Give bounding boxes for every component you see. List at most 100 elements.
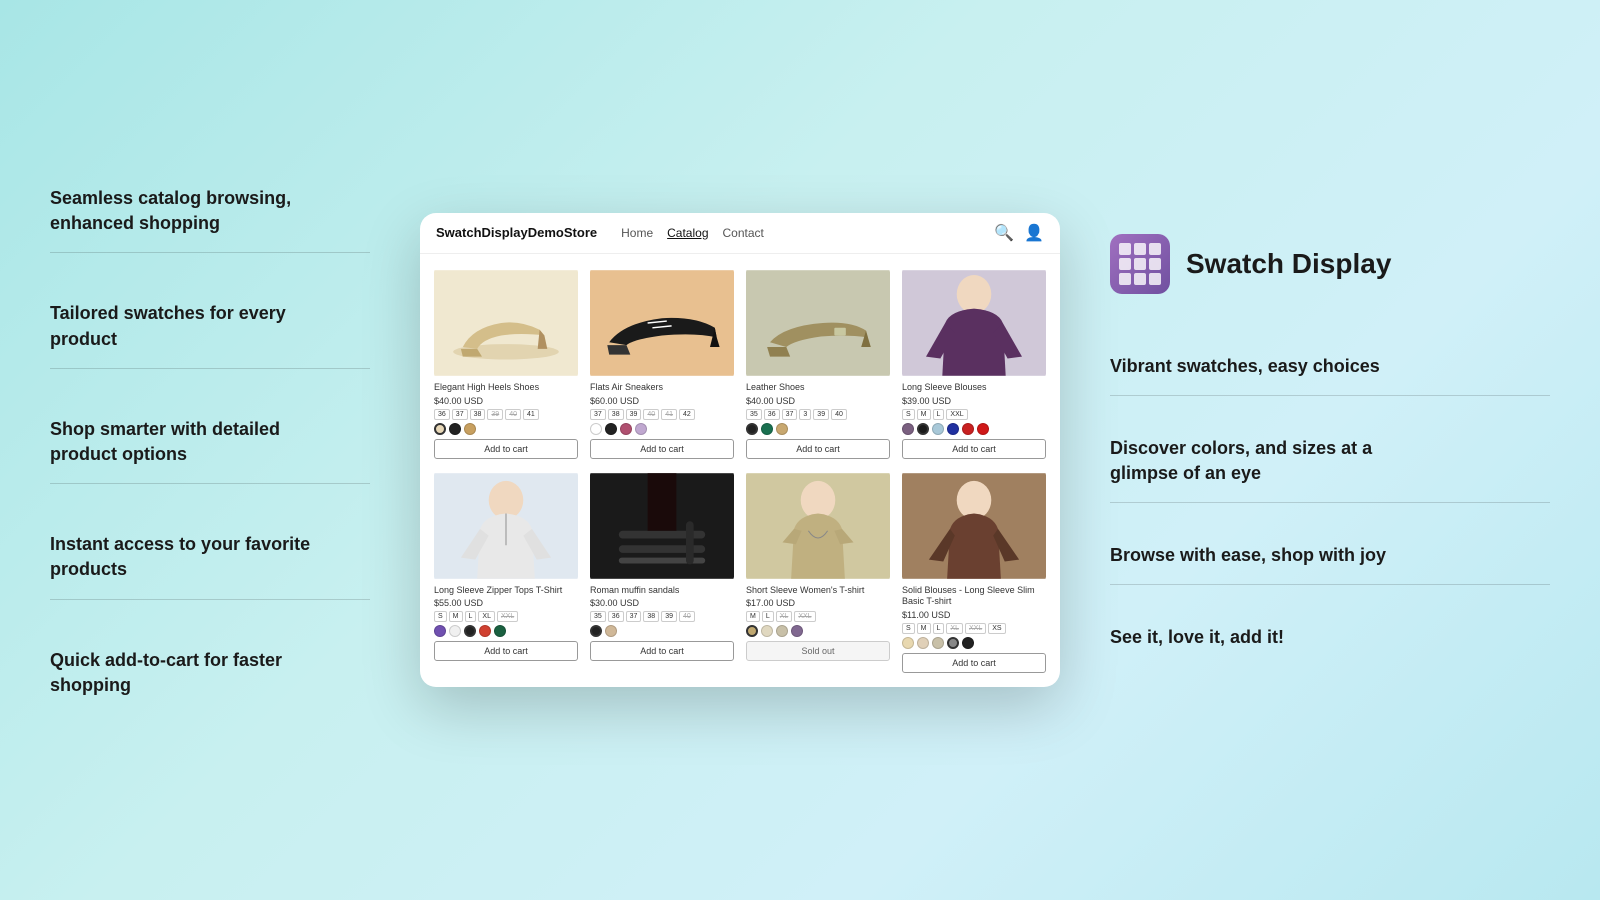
- swatch5-black[interactable]: [464, 625, 476, 637]
- size2-41[interactable]: 41: [661, 409, 677, 420]
- swatch5-green[interactable]: [494, 625, 506, 637]
- right-feature-browse: Browse with ease, shop with joy: [1110, 543, 1550, 585]
- swatch8-cream[interactable]: [902, 637, 914, 649]
- swatch6-beige[interactable]: [605, 625, 617, 637]
- swatch5-red[interactable]: [479, 625, 491, 637]
- size2-38[interactable]: 38: [608, 409, 624, 420]
- size-38[interactable]: 38: [470, 409, 486, 420]
- size-row-2: 37 38 39 40 41 42: [590, 409, 734, 420]
- swatch7-sand[interactable]: [776, 625, 788, 637]
- product-card-1: Elegant High Heels Shoes $40.00 USD 36 3…: [428, 262, 584, 465]
- size7-l[interactable]: L: [762, 611, 774, 622]
- swatch4-red[interactable]: [962, 423, 974, 435]
- product-title-3: Leather Shoes: [746, 382, 890, 394]
- size-41[interactable]: 41: [523, 409, 539, 420]
- swatch7-khaki[interactable]: [746, 625, 758, 637]
- swatch8-grey[interactable]: [947, 637, 959, 649]
- product-title-7: Short Sleeve Women's T-shirt: [746, 585, 890, 597]
- add-to-cart-btn-5[interactable]: Add to cart: [434, 641, 578, 661]
- size8-s[interactable]: S: [902, 623, 915, 634]
- size3-40[interactable]: 40: [831, 409, 847, 420]
- swatch4-navy[interactable]: [947, 423, 959, 435]
- size5-m[interactable]: M: [449, 611, 463, 622]
- size8-m[interactable]: M: [917, 623, 931, 634]
- size5-xl[interactable]: XL: [478, 611, 495, 622]
- swatch-beige[interactable]: [434, 423, 446, 435]
- size2-37[interactable]: 37: [590, 409, 606, 420]
- add-to-cart-btn-8[interactable]: Add to cart: [902, 653, 1046, 673]
- swatch8-black[interactable]: [962, 637, 974, 649]
- size4-xxl[interactable]: XXL: [946, 409, 967, 420]
- swatch-row-4: [902, 423, 1046, 435]
- add-to-cart-btn-2[interactable]: Add to cart: [590, 439, 734, 459]
- size-39[interactable]: 39: [487, 409, 503, 420]
- swatch4-crimson[interactable]: [977, 423, 989, 435]
- size8-xl[interactable]: XL: [946, 623, 963, 634]
- logo-cell-5: [1134, 258, 1146, 270]
- swatch2-rose[interactable]: [620, 423, 632, 435]
- swatch4-blue-grey[interactable]: [932, 423, 944, 435]
- size6-40[interactable]: 40: [679, 611, 695, 622]
- logo-cell-1: [1119, 243, 1131, 255]
- size-40[interactable]: 40: [505, 409, 521, 420]
- add-to-cart-btn-6[interactable]: Add to cart: [590, 641, 734, 661]
- size6-39[interactable]: 39: [661, 611, 677, 622]
- size-36[interactable]: 36: [434, 409, 450, 420]
- size2-39[interactable]: 39: [626, 409, 642, 420]
- swatch2-black[interactable]: [605, 423, 617, 435]
- add-to-cart-btn-4[interactable]: Add to cart: [902, 439, 1046, 459]
- swatch3-tan[interactable]: [776, 423, 788, 435]
- swatch4-mauve[interactable]: [902, 423, 914, 435]
- swatch6-black[interactable]: [590, 625, 602, 637]
- swatch4-black[interactable]: [917, 423, 929, 435]
- size5-l[interactable]: L: [465, 611, 477, 622]
- swatch7-cream[interactable]: [761, 625, 773, 637]
- nav-contact[interactable]: Contact: [723, 226, 764, 240]
- swatch3-black[interactable]: [746, 423, 758, 435]
- size3-35[interactable]: 35: [746, 409, 762, 420]
- size2-42[interactable]: 42: [679, 409, 695, 420]
- product-title-4: Long Sleeve Blouses: [902, 382, 1046, 394]
- size7-xl[interactable]: XL: [776, 611, 793, 622]
- logo-cell-6: [1149, 258, 1161, 270]
- size4-m[interactable]: M: [917, 409, 931, 420]
- size3-37[interactable]: 37: [782, 409, 798, 420]
- swatch3-green[interactable]: [761, 423, 773, 435]
- feature-tailored-text: Tailored swatches for every product: [50, 301, 370, 351]
- size7-xxl[interactable]: XXL: [794, 611, 815, 622]
- swatch-tan[interactable]: [464, 423, 476, 435]
- size8-xxl[interactable]: XXL: [965, 623, 986, 634]
- nav-home[interactable]: Home: [621, 226, 653, 240]
- nav-catalog[interactable]: Catalog: [667, 226, 708, 240]
- size5-xxl[interactable]: XXL: [497, 611, 518, 622]
- swatch2-lavender[interactable]: [635, 423, 647, 435]
- right-feature-discover: Discover colors, and sizes at a glimpse …: [1110, 436, 1550, 503]
- size8-xs[interactable]: XS: [988, 623, 1005, 634]
- swatch5-white[interactable]: [449, 625, 461, 637]
- size3-36[interactable]: 36: [764, 409, 780, 420]
- size6-38[interactable]: 38: [643, 611, 659, 622]
- size3-39[interactable]: 39: [813, 409, 829, 420]
- search-icon[interactable]: 🔍: [994, 223, 1014, 243]
- size3-3[interactable]: 3: [799, 409, 811, 420]
- swatch-black[interactable]: [449, 423, 461, 435]
- size6-35[interactable]: 35: [590, 611, 606, 622]
- size6-36[interactable]: 36: [608, 611, 624, 622]
- size2-40[interactable]: 40: [643, 409, 659, 420]
- add-to-cart-btn-1[interactable]: Add to cart: [434, 439, 578, 459]
- swatch5-purple[interactable]: [434, 625, 446, 637]
- size6-37[interactable]: 37: [626, 611, 642, 622]
- swatch8-sand[interactable]: [932, 637, 944, 649]
- swatch2-white[interactable]: [590, 423, 602, 435]
- size-37[interactable]: 37: [452, 409, 468, 420]
- size5-s[interactable]: S: [434, 611, 447, 622]
- product-card-7: Short Sleeve Women's T-shirt $17.00 USD …: [740, 465, 896, 679]
- swatch7-purple[interactable]: [791, 625, 803, 637]
- size8-l[interactable]: L: [933, 623, 945, 634]
- size4-l[interactable]: L: [933, 409, 945, 420]
- add-to-cart-btn-3[interactable]: Add to cart: [746, 439, 890, 459]
- size7-m[interactable]: M: [746, 611, 760, 622]
- swatch8-tan[interactable]: [917, 637, 929, 649]
- size4-s[interactable]: S: [902, 409, 915, 420]
- account-icon[interactable]: 👤: [1024, 223, 1044, 243]
